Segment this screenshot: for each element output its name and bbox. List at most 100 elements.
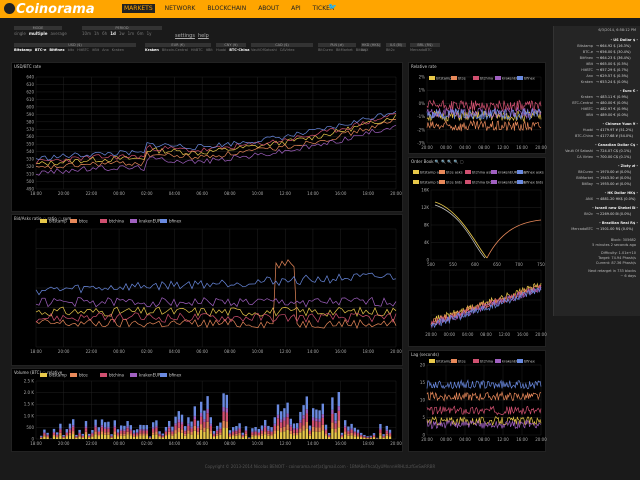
bidask-legend-label[interactable]: bitstamp bbox=[49, 219, 67, 224]
volume-bar bbox=[139, 435, 142, 439]
volume-legend-label[interactable]: bitstamp bbox=[49, 373, 67, 378]
exchange-bitcurex[interactable]: BitCurex bbox=[318, 48, 333, 52]
exchange-huobi[interactable]: Huobi bbox=[216, 48, 226, 52]
exchange-vaultofsatoshi[interactable]: VaultOfSatoshi bbox=[251, 48, 277, 52]
nav-api[interactable]: API bbox=[289, 4, 303, 13]
exchange-bitcoin-central[interactable]: Bitcoin-Central bbox=[162, 48, 188, 52]
orderbook-ytick: 8K bbox=[424, 223, 430, 228]
volume-bar bbox=[59, 429, 62, 433]
exchange-bit2c[interactable]: Bit2c bbox=[386, 48, 395, 52]
sidebar-ticker-row[interactable]: Kraken → 483.11 € (0.9%) bbox=[554, 95, 640, 100]
exchange-kraken[interactable]: Kraken bbox=[112, 48, 124, 52]
exchange-anx[interactable]: Anx bbox=[102, 48, 109, 52]
relative-chart[interactable]: 2%1%0%-1%-2%-3%20:00 00:00 04:00 08:00 12:00… bbox=[409, 63, 547, 155]
volume-legend-label[interactable]: btce bbox=[79, 373, 88, 378]
sidebar-ticker-row[interactable]: BTC-e → 656.00 $ (30.4%) bbox=[554, 50, 640, 55]
orderbook-legend-label[interactable]: btchina asks bbox=[472, 171, 494, 175]
sidebar-ticker-row[interactable]: HitBTC → 482.97 € (0.9%) bbox=[554, 107, 640, 112]
sidebar-ticker-row[interactable]: ANX → 4881.20 HK$ (0.0%) bbox=[554, 197, 640, 202]
period-option-1d[interactable]: 1d bbox=[110, 31, 116, 36]
period-option-6m[interactable]: 6m bbox=[137, 31, 143, 36]
bidask-legend-label[interactable]: btchina bbox=[109, 219, 124, 224]
exchange-bitstamp[interactable]: Bitstamp bbox=[14, 48, 32, 52]
sidebar-ticker-row[interactable]: CA Virtex → 700.00 C$ (0.1%) bbox=[554, 155, 640, 160]
sidebar-ticker-row[interactable]: BitMarket → 1943.50 zł (0.0%) bbox=[554, 176, 640, 181]
bidask-chart[interactable]: 18:00 20:00 22:00 00:00 02:00 04:00 06:00 08:00… bbox=[12, 215, 404, 367]
period-option-6h[interactable]: 6h bbox=[102, 31, 107, 36]
orderbook-legend-label[interactable]: btce asks bbox=[446, 171, 463, 175]
exchange-btc-china[interactable]: BTC-China bbox=[229, 48, 249, 52]
exchange-kraken[interactable]: Kraken bbox=[145, 48, 159, 52]
sidebar-ticker-row[interactable]: Vault Of Satoshi → 724.07 C$ (0.1%) bbox=[554, 149, 640, 154]
sidebar-ticker-row[interactable]: itBit → 489.00 € (0.0%) bbox=[554, 113, 640, 118]
volume-legend-label[interactable]: btchina bbox=[109, 373, 124, 378]
mode-option-multiple[interactable]: multiple bbox=[29, 31, 48, 36]
sidebar-ticker-row[interactable]: BTC-Central → 480.00 € (0.0%) bbox=[554, 101, 640, 106]
lag-chart[interactable]: 2015105020:00 00:00 04:00 08:00 12:00 16:00 20… bbox=[409, 351, 547, 453]
link-help[interactable]: help bbox=[198, 33, 209, 39]
twitter-icon[interactable]: 🐦 bbox=[328, 4, 337, 11]
sidebar-ticker-row[interactable]: itBit → 665.00 $ (0.5%) bbox=[554, 62, 640, 67]
exchange-itbit[interactable]: itBit bbox=[206, 48, 213, 52]
exchange-bitmarket[interactable]: BitMarket bbox=[336, 48, 353, 52]
exchange-hitbtc[interactable]: HitBTC bbox=[77, 48, 89, 52]
sidebar-ticker-row[interactable]: Huobi → 4179.97 ¥ (51.2%) bbox=[554, 128, 640, 133]
orderbook-legend-label[interactable]: bfinex asks bbox=[524, 171, 544, 175]
sidebar-ticker-row[interactable]: Bitfinex → 664.23 $ (36.4%) bbox=[554, 56, 640, 61]
sidebar-ticker-row[interactable]: MercadoBTC → 1501.00 R$ (0.0%) bbox=[554, 227, 640, 232]
sidebar-ticker-row[interactable]: BitBay → 1955.00 zł (0.0%) bbox=[554, 182, 640, 187]
volume-bar bbox=[158, 433, 161, 435]
sidebar-ticker-row[interactable]: Bitstamp → 664.92 $ (16.3%) bbox=[554, 44, 640, 49]
sidebar-ticker-row[interactable]: BitCurex → 1970.00 zł (0.0%) bbox=[554, 170, 640, 175]
nav-markets[interactable]: MARKETS bbox=[122, 4, 155, 13]
orderbook-legend-label[interactable]: bfinex bids bbox=[524, 181, 543, 185]
price-chart[interactable]: 640 630 620 610 600 590 580 570 560 550 540 530 520 5… bbox=[12, 63, 404, 213]
volume-legend-label[interactable]: krakenEUR bbox=[139, 373, 161, 378]
nav-network[interactable]: NETWORK bbox=[163, 4, 198, 13]
exchange-itbit[interactable]: itBit bbox=[92, 48, 99, 52]
exchange-hitbtc[interactable]: HitBTC bbox=[191, 48, 203, 52]
period-option-1h[interactable]: 1h bbox=[94, 31, 99, 36]
exchange-cavirtex[interactable]: CAVirtex bbox=[280, 48, 295, 52]
period-option-1y[interactable]: 1y bbox=[147, 31, 152, 36]
volume-bar bbox=[62, 438, 65, 439]
bidask-legend-label[interactable]: btce bbox=[79, 219, 88, 224]
period-option-1w[interactable]: 1w bbox=[119, 31, 125, 36]
nav-about[interactable]: ABOUT bbox=[256, 4, 281, 13]
sidebar-ticker-row[interactable]: HitBTC → 657.29 $ (0.7%) bbox=[554, 68, 640, 73]
lag-legend-label[interactable]: btchina bbox=[480, 360, 493, 364]
exchange-mercadobtc[interactable]: MercadoBTC bbox=[410, 48, 432, 52]
lag-legend-label[interactable]: bfinex bbox=[524, 360, 535, 364]
bidask-legend-label[interactable]: bfinex bbox=[169, 219, 182, 224]
relative-legend-label[interactable]: bfinex bbox=[524, 77, 535, 81]
relative-legend-label[interactable]: bitstamp bbox=[436, 77, 452, 81]
sidebar-ticker-row[interactable]: BTC-China → 4177.68 ¥ (54.0%) bbox=[554, 134, 640, 139]
orderbook-legend-label[interactable]: btce bids bbox=[446, 181, 462, 185]
orderbook-legend-label[interactable]: btchina bids bbox=[472, 181, 494, 185]
link-settings[interactable]: settings bbox=[175, 33, 195, 39]
exchange-anx[interactable]: ANX bbox=[361, 48, 368, 52]
mode-option-average[interactable]: average bbox=[50, 31, 66, 36]
bidask-legend-label[interactable]: krakenEUR bbox=[139, 219, 161, 224]
exchange-bitx[interactable]: bitx bbox=[68, 48, 75, 52]
mode-option-single[interactable]: single bbox=[14, 31, 26, 36]
sidebar-ticker-row[interactable]: Bit2c → 2269.00 ₪ (0.0%) bbox=[554, 212, 640, 217]
nav-blockchain[interactable]: BLOCKCHAIN bbox=[205, 4, 248, 13]
orderbook-chart[interactable]: bitstamp asks btce asks btchina asks kraken… bbox=[409, 158, 547, 348]
volume-chart[interactable]: 2.5 K2.0 K1.5 K1.0 K500018:00 20:00 22:00 0… bbox=[12, 369, 404, 453]
exchange-btc-e[interactable]: BTC-e bbox=[35, 48, 47, 52]
currency-header-4: PLN (zł) bbox=[318, 43, 356, 47]
sidebar-ticker-row[interactable]: Kraken → 653.24 $ (0.0%) bbox=[554, 80, 640, 85]
brand-logo[interactable]: Coinorama bbox=[4, 2, 95, 17]
lag-ytick: 15 bbox=[420, 380, 426, 385]
volume-bar bbox=[267, 425, 270, 430]
relative-legend-label[interactable]: btchina bbox=[480, 77, 493, 81]
sidebar-ticker-row[interactable]: Anx → 629.57 $ (0.5%) bbox=[554, 74, 640, 79]
period-option-10m[interactable]: 10m bbox=[82, 31, 91, 36]
exchange-bitfinex[interactable]: Bitfinex bbox=[49, 48, 64, 52]
lag-legend-label[interactable]: bitstamp bbox=[436, 360, 452, 364]
period-option-1m[interactable]: 1m bbox=[128, 31, 134, 36]
lag-legend-label[interactable]: btce bbox=[458, 360, 466, 364]
relative-legend-label[interactable]: btce bbox=[458, 77, 466, 81]
volume-legend-label[interactable]: bfinex bbox=[169, 373, 182, 378]
